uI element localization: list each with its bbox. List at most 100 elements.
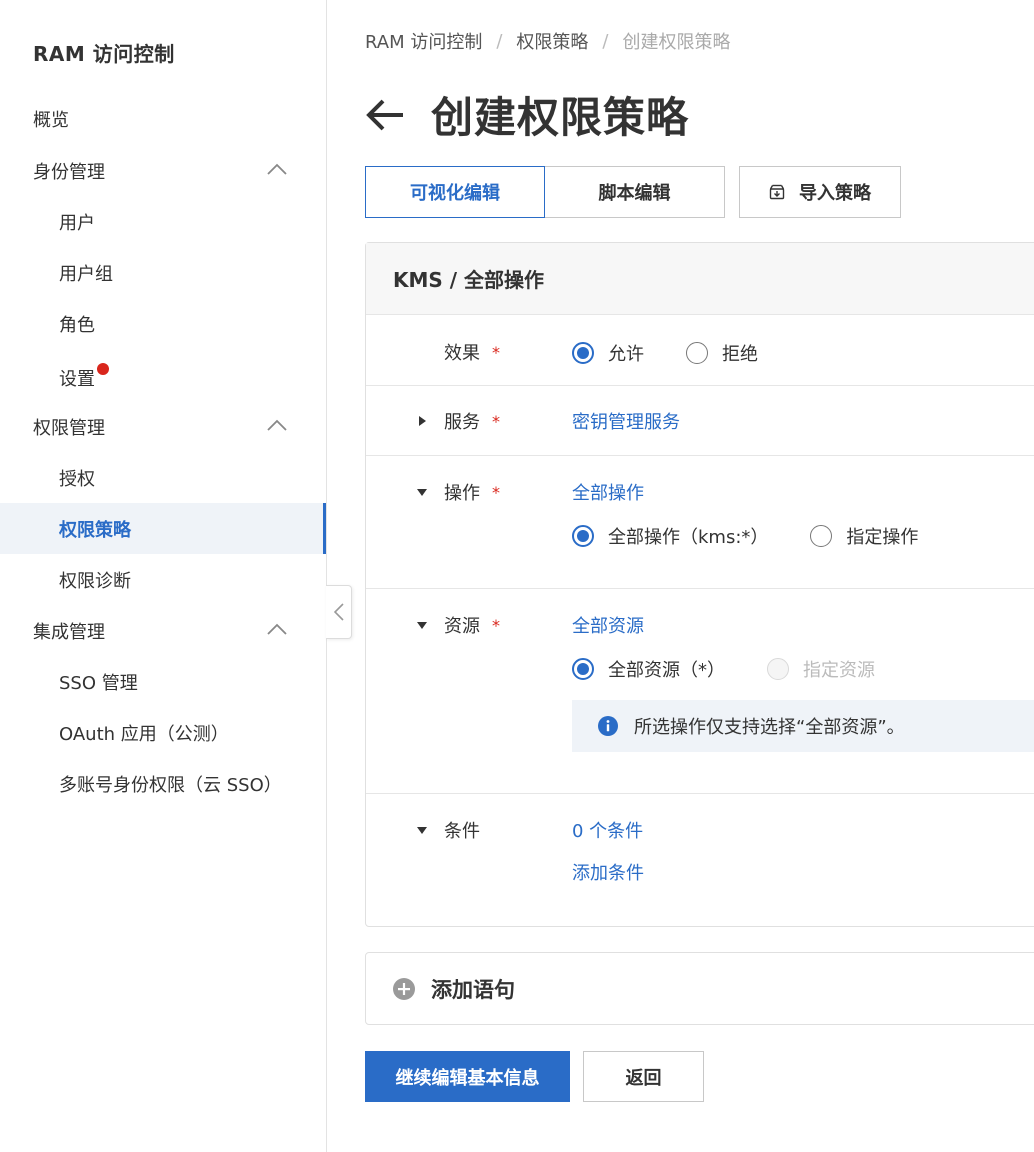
effect-label-text: 效果 — [444, 343, 480, 364]
sidebar-item-settings[interactable]: 设置 — [0, 352, 326, 403]
breadcrumb-item-policies[interactable]: 权限策略 — [516, 28, 588, 54]
condition-label-text: 条件 — [444, 821, 480, 842]
sidebar-item-grants[interactable]: 授权 — [0, 452, 326, 503]
resource-radio-group: 全部资源（*） 指定资源 — [572, 656, 875, 682]
back-arrow-icon[interactable] — [365, 94, 407, 136]
action-all-radio[interactable] — [572, 525, 594, 547]
effect-label: 效果 * — [444, 339, 500, 365]
policy-statement-panel: KMS / 全部操作 效果 * 允许 拒绝 服务 * 密钥管理服务 操作 * 全… — [365, 242, 1034, 927]
sidebar-item-policies[interactable]: 权限策略 — [0, 503, 326, 554]
effect-row: 效果 * 允许 拒绝 — [366, 315, 1034, 386]
add-statement-button[interactable]: 添加语句 — [365, 952, 1034, 1025]
add-statement-label: 添加语句 — [431, 977, 515, 1002]
effect-deny-label[interactable]: 拒绝 — [722, 340, 758, 366]
back-button[interactable]: 返回 — [583, 1051, 704, 1102]
sidebar-item-user-groups[interactable]: 用户组 — [0, 247, 326, 298]
service-label-text: 服务 — [444, 412, 480, 433]
sidebar-item-roles[interactable]: 角色 — [0, 298, 326, 349]
sidebar-collapse-button[interactable] — [326, 585, 352, 639]
action-label-text: 操作 — [444, 483, 480, 504]
sidebar-item-sso[interactable]: SSO 管理 — [0, 656, 326, 707]
condition-row: 条件 0 个条件 添加条件 — [366, 794, 1034, 926]
sidebar-group-permissions[interactable]: 权限管理 — [0, 401, 326, 452]
effect-allow-radio[interactable] — [572, 342, 594, 364]
service-row: 服务 * 密钥管理服务 — [366, 386, 1034, 456]
required-mark: * — [492, 615, 500, 635]
tab-visual-editor[interactable]: 可视化编辑 — [365, 166, 545, 218]
page-header: 创建权限策略 — [365, 84, 689, 145]
notification-dot — [97, 362, 109, 375]
resource-specific-radio — [767, 658, 789, 680]
effect-deny-radio[interactable] — [686, 342, 708, 364]
sidebar-item-oauth[interactable]: OAuth 应用（公测） — [0, 707, 326, 758]
breadcrumb-item-ram[interactable]: RAM 访问控制 — [365, 28, 482, 54]
import-policy-label: 导入策略 — [799, 183, 871, 204]
sidebar-title: RAM 访问控制 — [33, 42, 175, 66]
page-title: 创建权限策略 — [431, 93, 690, 142]
action-summary-link[interactable]: 全部操作 — [572, 479, 644, 505]
sidebar-item-users[interactable]: 用户 — [0, 196, 326, 247]
resource-all-radio[interactable] — [572, 658, 594, 680]
editor-tabs: 可视化编辑 脚本编辑 — [365, 166, 725, 218]
action-row: 操作 * 全部操作 全部操作（kms:*） 指定操作 — [366, 456, 1034, 589]
sidebar-item-label: 多账号身份权限（云 SSO） — [59, 774, 282, 796]
action-specific-label[interactable]: 指定操作 — [846, 523, 918, 549]
import-icon — [769, 184, 785, 200]
chevron-left-icon — [333, 603, 344, 621]
import-policy-button[interactable]: 导入策略 — [739, 166, 901, 218]
statement-header[interactable]: KMS / 全部操作 — [366, 243, 1034, 315]
add-condition-link[interactable]: 添加条件 — [572, 859, 644, 885]
effect-radio-group: 允许 拒绝 — [572, 340, 758, 366]
sidebar-group-identity[interactable]: 身份管理 — [0, 145, 326, 196]
service-value-link[interactable]: 密钥管理服务 — [572, 408, 680, 434]
condition-label: 条件 — [444, 817, 480, 843]
sidebar-item-label: 概览 — [33, 109, 69, 131]
required-mark: * — [492, 411, 500, 431]
caret-down-icon[interactable] — [416, 619, 428, 631]
sidebar-item-label: 权限策略 — [59, 519, 131, 541]
resource-label: 资源 * — [444, 612, 500, 638]
resource-all-label[interactable]: 全部资源（*） — [608, 656, 725, 682]
sidebar-item-label: 权限诊断 — [59, 570, 131, 592]
sidebar-item-diagnosis[interactable]: 权限诊断 — [0, 554, 326, 605]
sidebar-item-label: OAuth 应用（公测） — [59, 723, 229, 745]
service-label: 服务 * — [444, 408, 500, 434]
sidebar-item-label: 权限管理 — [33, 417, 105, 439]
chevron-up-icon[interactable] — [267, 419, 287, 431]
caret-down-icon[interactable] — [416, 824, 428, 836]
sidebar: RAM 访问控制 概览 身份管理 用户 用户组 角色 设置 权限管理 授权 权限… — [0, 0, 327, 1152]
breadcrumb: RAM 访问控制 / 权限策略 / 创建权限策略 — [365, 28, 731, 54]
resource-row: 资源 * 全部资源 全部资源（*） 指定资源 所选操作仅支持选择“全部资源”。 — [366, 589, 1034, 794]
tab-script-editor[interactable]: 脚本编辑 — [545, 166, 725, 218]
resource-specific-label: 指定资源 — [803, 660, 875, 681]
caret-down-icon[interactable] — [416, 486, 428, 498]
resource-info-alert: 所选操作仅支持选择“全部资源”。 — [572, 700, 1034, 752]
chevron-up-icon[interactable] — [267, 163, 287, 175]
breadcrumb-separator: / — [602, 30, 609, 52]
plus-circle-icon — [393, 977, 415, 1000]
chevron-up-icon[interactable] — [267, 623, 287, 635]
resource-info-text: 所选操作仅支持选择“全部资源”。 — [634, 717, 905, 738]
action-label: 操作 * — [444, 479, 500, 505]
sidebar-item-label: SSO 管理 — [59, 672, 138, 694]
resource-label-text: 资源 — [444, 616, 480, 637]
sidebar-item-label: 用户组 — [59, 263, 113, 285]
sidebar-item-label: 用户 — [59, 212, 95, 234]
action-specific-radio[interactable] — [810, 525, 833, 547]
breadcrumb-separator: / — [496, 30, 503, 52]
required-mark: * — [492, 342, 500, 362]
sidebar-item-label: 角色 — [59, 314, 95, 336]
sidebar-item-cloud-sso[interactable]: 多账号身份权限（云 SSO） — [0, 758, 326, 809]
sidebar-item-label: 授权 — [59, 468, 95, 490]
condition-summary-link[interactable]: 0 个条件 — [572, 817, 643, 843]
resource-summary-link[interactable]: 全部资源 — [572, 612, 644, 638]
caret-right-icon[interactable] — [416, 415, 428, 427]
continue-edit-button[interactable]: 继续编辑基本信息 — [365, 1051, 570, 1102]
effect-allow-label[interactable]: 允许 — [608, 340, 644, 366]
sidebar-item-overview[interactable]: 概览 — [0, 93, 326, 144]
required-mark: * — [492, 482, 500, 502]
sidebar-item-label: 集成管理 — [33, 621, 105, 643]
sidebar-group-integration[interactable]: 集成管理 — [0, 605, 326, 656]
action-radio-group: 全部操作（kms:*） 指定操作 — [572, 523, 918, 549]
action-all-label[interactable]: 全部操作（kms:*） — [608, 523, 768, 549]
